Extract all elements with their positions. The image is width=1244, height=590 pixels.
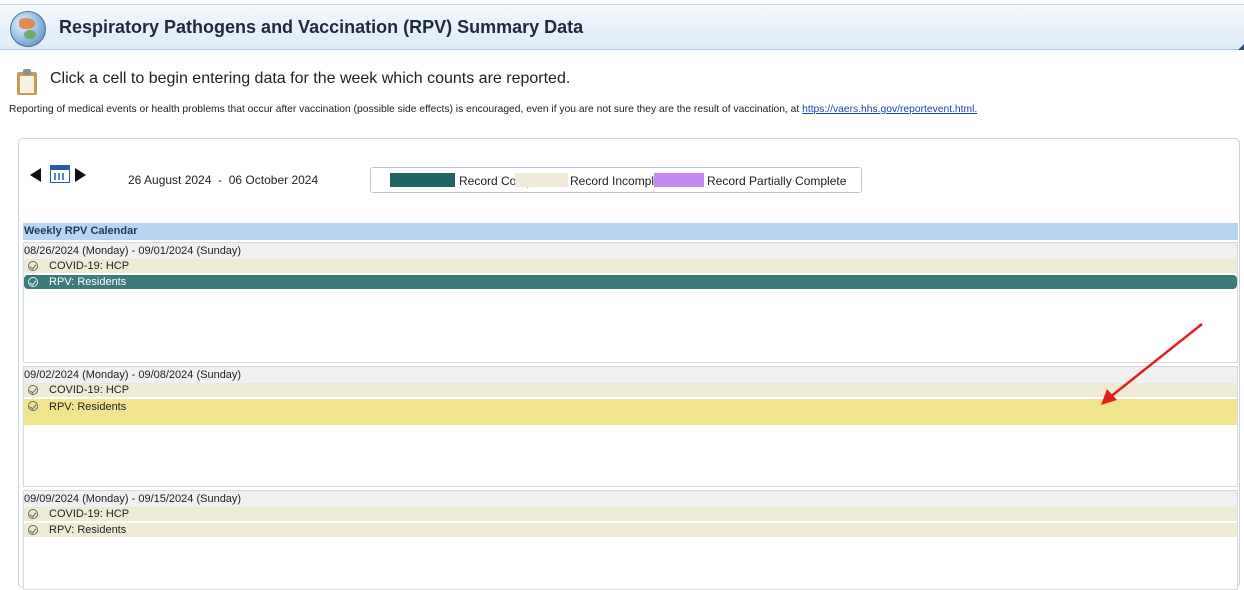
legend-partial-label: Record Partially Complete	[707, 174, 847, 188]
page-title: Respiratory Pathogens and Vaccination (R…	[59, 17, 584, 37]
status-legend: Record Complete Record Incomplete Record…	[370, 167, 862, 193]
record-rpv-residents[interactable]: RPV: Residents	[24, 275, 1237, 289]
check-circle-icon	[28, 401, 38, 411]
record-label: COVID-19: HCP	[49, 508, 130, 520]
page-header: Respiratory Pathogens and Vaccination (R…	[0, 4, 1244, 50]
calendar-icon[interactable]	[50, 165, 70, 183]
record-label: COVID-19: HCP	[49, 260, 130, 272]
check-circle-icon	[28, 525, 38, 535]
next-arrow-icon[interactable]	[75, 168, 86, 182]
globe-logo-icon	[10, 11, 46, 47]
week-block: 09/09/2024 (Monday) - 09/15/2024 (Sunday…	[23, 490, 1238, 590]
record-label: RPV: Residents	[49, 276, 127, 288]
instruction-text: Click a cell to begin entering data for …	[50, 70, 571, 87]
previous-arrow-icon[interactable]	[30, 168, 41, 182]
clipboard-icon	[17, 69, 37, 95]
week-range: 09/02/2024 (Monday) - 09/08/2024 (Sunday…	[24, 367, 1237, 383]
check-circle-icon	[28, 509, 38, 519]
record-covid-hcp[interactable]: COVID-19: HCP	[24, 507, 1237, 521]
calendar-header: Weekly RPV Calendar	[23, 223, 1238, 240]
record-label: RPV: Residents	[49, 401, 127, 413]
legend-partial-swatch	[654, 173, 704, 187]
record-rpv-residents[interactable]: RPV: Residents	[24, 399, 1237, 425]
check-circle-icon	[28, 277, 38, 287]
vaers-notice: Reporting of medical events or health pr…	[9, 104, 977, 115]
record-covid-hcp[interactable]: COVID-19: HCP	[24, 383, 1237, 397]
record-rpv-residents[interactable]: RPV: Residents	[24, 523, 1237, 537]
date-range-label: 26 August 2024 - 06 October 2024	[128, 173, 319, 187]
vaers-report-link[interactable]: https://vaers.hhs.gov/reportevent.html.	[802, 104, 977, 115]
week-block: 08/26/2024 (Monday) - 09/01/2024 (Sunday…	[23, 242, 1238, 363]
annotation-arrow-icon	[1101, 323, 1203, 405]
legend-complete-swatch	[390, 173, 455, 187]
record-covid-hcp[interactable]: COVID-19: HCP	[24, 259, 1237, 273]
week-range: 09/09/2024 (Monday) - 09/15/2024 (Sunday…	[24, 491, 1237, 507]
header-corner-decoration	[1238, 44, 1244, 50]
check-circle-icon	[28, 385, 38, 395]
week-range: 08/26/2024 (Monday) - 09/01/2024 (Sunday…	[24, 243, 1237, 259]
week-block: 09/02/2024 (Monday) - 09/08/2024 (Sunday…	[23, 366, 1238, 487]
record-label: RPV: Residents	[49, 524, 127, 536]
check-circle-icon	[28, 261, 38, 271]
legend-incomplete-swatch	[515, 173, 568, 187]
vaers-notice-text: Reporting of medical events or health pr…	[9, 104, 803, 115]
record-label: COVID-19: HCP	[49, 384, 130, 396]
